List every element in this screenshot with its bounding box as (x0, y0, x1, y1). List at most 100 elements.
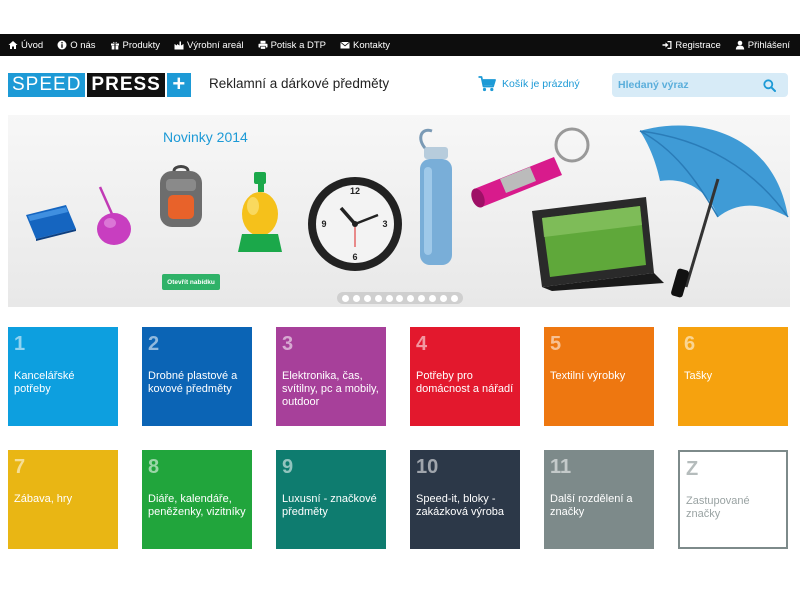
top-navigation: Úvod O nás Produkty Výrobní areál Potisk… (0, 34, 800, 56)
nav-item-prihlaseni[interactable]: Přihlášení (735, 40, 790, 51)
search-icon (762, 78, 776, 92)
category-tile-z[interactable]: Z Zastupované značky (678, 450, 788, 549)
water-bottle-image (419, 128, 452, 265)
nav-item-label: Kontakty (353, 39, 390, 51)
category-number: 9 (282, 456, 294, 478)
category-label: Speed-it, bloky - zakázková výroba (416, 493, 505, 518)
nav-item-label: Registrace (675, 39, 721, 51)
category-number: 5 (550, 333, 562, 355)
nav-item-kontakty[interactable]: Kontakty (340, 40, 390, 51)
nav-item-produkty[interactable]: Produkty (110, 39, 161, 51)
slider-dot[interactable] (451, 294, 459, 302)
nav-item-vyrobni-areal[interactable]: Výrobní areál (174, 40, 244, 51)
nav-item-label: Přihlášení (747, 39, 790, 51)
info-icon (57, 40, 67, 50)
logo-text-speed: SPEED (8, 73, 86, 97)
search-box (612, 73, 788, 97)
category-label: Tašky (684, 370, 713, 382)
backpack-image (160, 165, 202, 227)
citrus-spray-image (238, 172, 282, 252)
gift-icon (110, 40, 120, 50)
site-tagline: Reklamní a dárkové předměty (209, 76, 390, 91)
category-tile-6[interactable]: 6 Tašky (678, 327, 788, 426)
category-label: Zábava, hry (14, 493, 73, 505)
category-number: 7 (14, 456, 26, 478)
logo-plus: + (166, 73, 191, 97)
svg-text:9: 9 (321, 219, 326, 229)
category-number: 1 (14, 333, 26, 355)
svg-text:3: 3 (382, 219, 387, 229)
cart-icon (478, 76, 496, 92)
category-label: Luxusní - značkové předměty (282, 493, 377, 518)
svg-text:12: 12 (350, 186, 360, 196)
tumbler-image (97, 186, 131, 245)
category-number: 3 (282, 333, 294, 355)
category-number: 11 (550, 456, 572, 478)
nav-right: Registrace Přihlášení (648, 40, 790, 51)
category-number: 2 (148, 333, 160, 355)
nav-item-potisk-dtp[interactable]: Potisk a DTP (258, 40, 326, 51)
category-tile-4[interactable]: 4 Potřeby pro domácnost a nářadí (410, 327, 520, 426)
slider-dot[interactable] (429, 294, 437, 302)
nav-item-uvod[interactable]: Úvod (8, 40, 43, 51)
category-label: Zastupované značky (686, 495, 750, 520)
speedpress-logo[interactable]: SPEED PRESS + (8, 73, 191, 97)
nav-left: Úvod O nás Produkty Výrobní areál Potisk… (8, 40, 404, 51)
category-label: Potřeby pro domácnost a nářadí (416, 370, 514, 395)
slider-dot[interactable] (407, 294, 415, 302)
nav-item-registrace[interactable]: Registrace (662, 39, 721, 51)
category-label: Drobné plastové a kovové předměty (148, 370, 238, 395)
category-tile-9[interactable]: 9 Luxusní - značkové předměty (276, 450, 386, 549)
nav-item-label: Výrobní areál (187, 39, 244, 51)
home-icon (8, 40, 18, 50)
wall-clock-image: 12 3 6 9 (308, 177, 402, 271)
category-label: Textilní výrobky (550, 370, 626, 382)
nav-item-label: Potisk a DTP (270, 39, 326, 51)
slider-dot[interactable] (374, 294, 382, 302)
slider-dot[interactable] (418, 294, 426, 302)
slider-dot[interactable] (385, 294, 393, 302)
factory-icon (174, 40, 184, 50)
user-icon (735, 40, 745, 50)
category-number: 4 (416, 333, 428, 355)
category-tile-10[interactable]: 10 Speed-it, bloky - zakázková výroba (410, 450, 520, 549)
category-tile-11[interactable]: 11 Další rozdělení a značky (544, 450, 654, 549)
svg-text:6: 6 (352, 252, 357, 262)
nav-item-label: Produkty (122, 39, 161, 51)
search-button[interactable] (757, 73, 781, 97)
nav-item-label: O nás (70, 39, 96, 51)
banner-title: Novinky 2014 (163, 129, 248, 145)
cart-link[interactable]: Košík je prázdný (478, 76, 580, 92)
category-label: Elektronika, čas, svítilny, pc a mobily,… (282, 370, 379, 408)
slider-pagination (337, 292, 463, 304)
category-label: Diáře, kalendáře, peněženky, vizitníky (148, 493, 246, 518)
nav-item-o-nas[interactable]: O nás (57, 39, 96, 51)
slider-dot[interactable] (363, 294, 371, 302)
search-input[interactable] (612, 79, 757, 91)
open-offer-button[interactable]: Otevřít nabídku (162, 274, 220, 290)
slider-dot[interactable] (341, 294, 349, 302)
category-tile-3[interactable]: 3 Elektronika, čas, svítilny, pc a mobily… (276, 327, 386, 426)
category-label: Další rozdělení a značky (550, 493, 633, 518)
nav-item-label: Úvod (21, 39, 44, 51)
slider-dot[interactable] (352, 294, 360, 302)
category-tile-8[interactable]: 8 Diáře, kalendáře, peněženky, vizitníky (142, 450, 252, 549)
cart-status: Košík je prázdný (502, 78, 580, 90)
category-tile-5[interactable]: 5 Textilní výrobky (544, 327, 654, 426)
category-tile-7[interactable]: 7 Zábava, hry (8, 450, 118, 549)
slider-dot[interactable] (396, 294, 404, 302)
signin-icon (662, 40, 672, 50)
umbrella-image (639, 125, 789, 298)
envelope-icon (340, 40, 350, 50)
category-number: 8 (148, 456, 160, 478)
category-number: Z (686, 458, 699, 480)
category-tile-2[interactable]: 2 Drobné plastové a kovové předměty (142, 327, 252, 426)
print-icon (258, 40, 268, 50)
logo-text-press: PRESS (85, 73, 165, 97)
category-tile-1[interactable]: 1 Kancelářské potřeby (8, 327, 118, 426)
notebook-image (26, 205, 76, 241)
promo-banner[interactable]: Novinky 2014 12 3 6 9 Otevřít nabídku (8, 115, 790, 307)
site-header: SPEED PRESS + Reklamní a dárkové předmět… (0, 56, 800, 114)
slider-dot[interactable] (440, 294, 448, 302)
category-number: 10 (416, 456, 439, 478)
